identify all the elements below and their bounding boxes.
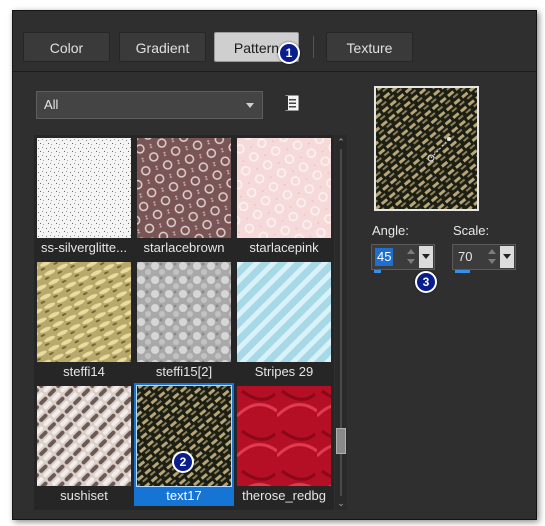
scale-label: Scale: — [453, 223, 490, 238]
pattern-item-text17[interactable]: text17 2 — [134, 383, 234, 506]
angle-handle-knob[interactable] — [447, 137, 451, 141]
angle-value[interactable]: 45 — [375, 248, 394, 266]
pattern-item-ss-silverglitter[interactable]: ss-silverglitte... — [34, 135, 134, 258]
pattern-item-therose-redbg[interactable]: therose_redbg — [234, 383, 334, 506]
material-properties-panel: Color Gradient Pattern Texture 1 All ss-… — [12, 10, 537, 520]
pattern-item-steffi15[interactable]: steffi15[2] — [134, 259, 234, 382]
pattern-thumbnail — [37, 386, 131, 486]
pattern-name: steffi14 — [63, 364, 105, 379]
scale-stepper-arrows[interactable] — [488, 247, 498, 267]
pattern-thumbnail — [137, 138, 231, 238]
pattern-name: sushiset — [60, 488, 108, 503]
angle-spinbox[interactable]: 45 — [371, 244, 435, 273]
pattern-item-steffi14[interactable]: steffi14 — [34, 259, 134, 382]
chevron-down-icon — [246, 103, 254, 108]
angle-dropdown-button[interactable] — [419, 246, 433, 268]
angle-stepper-arrows[interactable] — [407, 247, 417, 267]
pattern-name: starlacebrown — [143, 240, 225, 255]
angle-label: Angle: — [372, 223, 409, 238]
pattern-name: steffi15[2] — [155, 364, 213, 379]
pattern-name: text17 — [166, 488, 202, 503]
pattern-name: ss-silverglitte... — [41, 240, 127, 255]
pattern-category-value: All — [44, 97, 59, 112]
tab-separator — [313, 36, 314, 58]
scroll-thumb[interactable] — [336, 428, 346, 454]
callout-badge-3: 3 — [415, 271, 437, 293]
pattern-name: therose_redbg — [242, 488, 326, 503]
scroll-down-icon[interactable]: ⌄ — [337, 499, 345, 508]
list-view-icon[interactable] — [284, 95, 300, 111]
scale-level-bar — [455, 270, 470, 273]
scale-spinbox[interactable]: 70 — [452, 244, 516, 273]
pattern-thumbnail — [37, 138, 131, 238]
callout-badge-2: 2 — [172, 451, 194, 473]
tab-gradient[interactable]: Gradient — [119, 32, 206, 62]
pattern-grid-scrollbar[interactable]: ⌃ ⌄ — [335, 135, 347, 510]
pattern-thumbnail — [137, 262, 231, 362]
scroll-up-icon[interactable]: ⌃ — [337, 138, 345, 147]
pattern-item-starlacebrown[interactable]: starlacebrown — [134, 135, 234, 258]
scale-value[interactable]: 70 — [456, 248, 474, 266]
pattern-thumbnail — [237, 262, 331, 362]
tab-bar: Color Gradient Pattern Texture 1 — [13, 11, 536, 72]
angle-level-bar — [374, 270, 381, 273]
pattern-name: starlacepink — [249, 240, 319, 255]
tab-texture[interactable]: Texture — [326, 32, 413, 62]
pattern-item-starlacepink[interactable]: starlacepink — [234, 135, 334, 258]
pattern-name: Stripes 29 — [254, 364, 314, 379]
pattern-thumbnail — [37, 262, 131, 362]
pattern-preview-image — [376, 88, 477, 209]
tab-color[interactable]: Color — [23, 32, 110, 62]
pattern-item-stripes-29[interactable]: Stripes 29 — [234, 259, 334, 382]
scale-dropdown-button[interactable] — [500, 246, 514, 268]
pattern-preview[interactable] — [374, 86, 479, 211]
pattern-grid: ss-silverglitte... starlacebrown starlac… — [34, 135, 334, 510]
pattern-thumbnail — [237, 386, 331, 486]
callout-badge-1: 1 — [278, 42, 300, 64]
pattern-thumbnail — [237, 138, 331, 238]
pattern-category-select[interactable]: All — [36, 91, 263, 119]
pattern-item-sushiset[interactable]: sushiset — [34, 383, 134, 506]
